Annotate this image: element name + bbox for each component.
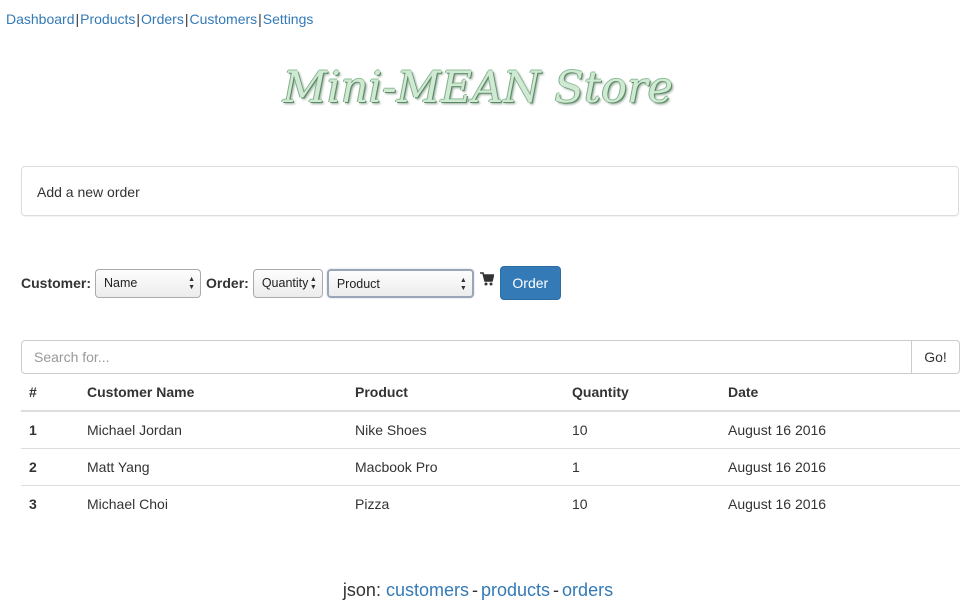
order-label: Order: [206,275,249,291]
product-select[interactable]: Product ▲ ▼ [326,268,474,298]
json-link-customers[interactable]: customers [386,580,469,600]
nav-link-customers[interactable]: Customers [189,11,257,27]
customer-name-cell: Michael Jordan [79,411,347,449]
date-cell: August 16 2016 [728,496,827,512]
column-header-date: Date [720,374,960,412]
nav-link-orders[interactable]: Orders [141,11,184,27]
column-header-product: Product [347,374,564,412]
select-arrows-icon: ▲ ▼ [459,276,467,292]
row-number: 1 [21,411,79,449]
select-arrows-icon: ▲ ▼ [188,275,196,291]
table-row: 2 Matt Yang Macbook Pro 1 August 16 2016 [21,448,960,486]
customer-select[interactable]: Name ▲ ▼ [95,268,202,298]
product-cell: Pizza [355,496,390,512]
product-cell: Macbook Pro [347,448,564,486]
quantity-select[interactable]: Quantity ▲ ▼ [252,268,323,298]
customer-name-cell: Michael Choi [87,496,168,512]
row-number: 2 [21,448,79,486]
nav-link-dashboard[interactable]: Dashboard [6,11,75,27]
footer-separator: - [553,580,560,600]
customer-select-value: Name [104,275,138,290]
column-header-customer-name: Customer Name [79,374,347,412]
search-bar: Go! [21,340,960,374]
json-label: json: [342,580,381,600]
customer-name-cell: Matt Yang [79,448,347,486]
product-cell: Nike Shoes [347,411,564,449]
search-input[interactable] [21,340,912,374]
quantity-cell: 1 [564,448,720,486]
column-header-number: # [21,374,79,412]
footer-separator: - [472,580,478,600]
json-link-orders[interactable]: orders [562,580,613,600]
nav-link-settings[interactable]: Settings [263,11,314,27]
json-links-footer: json: customers - products - orders [0,578,956,602]
column-header-quantity: Quantity [564,374,720,412]
product-select-value: Product [336,276,380,291]
order-form: Customer: Name ▲ ▼ Order: Quantity ▲ ▼ Pro… [21,266,561,300]
quantity-cell: 10 [572,496,588,512]
date-cell: August 16 2016 [720,448,960,486]
json-link-products[interactable]: products [481,580,550,600]
panel-heading: Add a new order [37,184,140,200]
quantity-cell: 10 [564,411,720,449]
table-header-row: # Customer Name Product Quantity Date [21,374,960,412]
go-button[interactable]: Go! [912,340,960,374]
top-nav: Dashboard|Products|Orders|Customers|Sett… [6,10,313,28]
table-row: 3 Michael Choi Pizza 10 August 16 2016 [21,486,960,523]
store-title: Mini-MEAN Store [282,63,674,113]
quantity-select-value: Quantity [261,275,309,290]
add-order-panel: Add a new order [21,166,959,216]
nav-link-products[interactable]: Products [80,11,135,27]
customer-label: Customer: [21,275,92,291]
date-cell: August 16 2016 [720,411,960,449]
orders-table: # Customer Name Product Quantity Date 1 … [21,374,960,522]
shopping-cart-icon [479,272,494,286]
table-row: 1 Michael Jordan Nike Shoes 10 August 16… [21,411,960,449]
order-button[interactable]: Order [499,266,561,300]
row-number: 3 [29,496,37,512]
select-arrows-icon: ▲ ▼ [309,275,317,291]
